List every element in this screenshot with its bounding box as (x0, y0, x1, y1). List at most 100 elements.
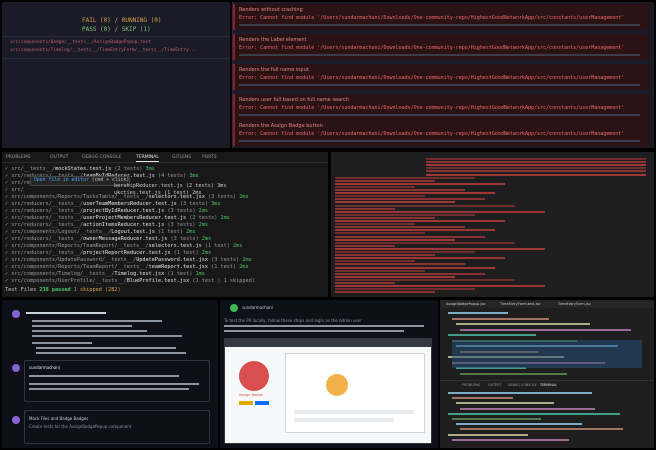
test-path[interactable]: src/components/Timelog/__tests__/ (11, 271, 114, 277)
avatar[interactable] (12, 310, 20, 318)
test-file-name[interactable]: ownerMessageReducer.test.js (83, 236, 167, 242)
test-file-name[interactable]: teamReport.test.jsx (149, 264, 208, 270)
assign-button[interactable] (239, 401, 253, 405)
test-summary: Test Files 238 passed 1 skipped (282) (5, 287, 121, 293)
test-file-name[interactable]: userProjectMembersReducer.test.js (83, 215, 186, 221)
code-line (460, 372, 567, 375)
failed-test-file[interactable]: src/components/Badge/__tests__/AssignBad… (10, 40, 151, 45)
test-time: 2ms (183, 229, 196, 235)
test-file-name[interactable]: Logout.test.js (111, 229, 155, 235)
test-count: (1 test) (201, 243, 230, 249)
comment-card: sundarmachani (24, 360, 210, 402)
test-file-name[interactable]: UpdatePassword.test.jsx (136, 257, 208, 263)
avatar[interactable] (12, 416, 20, 424)
code-line (452, 438, 569, 441)
scrollbar[interactable] (239, 114, 640, 116)
log-line (335, 232, 425, 235)
modal-dialog (285, 353, 425, 433)
vitest-ui-sidebar: FAIL (0) / RUNNING (0) PASS (0) / SKIP (… (2, 2, 230, 148)
test-file-name[interactable]: mockStates.test.js (55, 166, 111, 172)
test-path[interactable]: src/components/Reports/TeamReport/__test… (11, 264, 148, 270)
log-line (335, 266, 495, 269)
test-count: (3 tests) (204, 194, 237, 200)
terminal-test-line: ✓ src/reducers/__tests__/actionItemsRedu… (5, 222, 208, 228)
error-title: Renders user full based on full name sea… (239, 97, 349, 103)
test-path[interactable]: src/reducers/__tests__/ (11, 250, 83, 256)
tab-problems[interactable]: PROBLEMS (6, 155, 31, 160)
log-line (335, 182, 505, 185)
bottom-panel-tabs: PROBLEMS OUTPUT DEBUG CONSOLE TERMINAL (440, 380, 654, 388)
github-pr-comments: sundarmachani Mock Files and Badge Badge… (2, 300, 218, 448)
open-file-link[interactable]: Open file in editor (34, 178, 89, 183)
code-line (460, 407, 595, 410)
comment-heading: Mock Files and Badge Badges (29, 416, 89, 421)
tab-ports[interactable]: PORTS (202, 155, 217, 160)
tab-gitlens[interactable]: GITLENS (172, 155, 191, 160)
code-line (456, 423, 582, 426)
test-file-name[interactable]: actionItemsReducer.test.js (83, 222, 164, 228)
code-line (448, 312, 508, 314)
test-path[interactable]: src/reducers/__tests__/ (11, 215, 83, 221)
log-line (335, 223, 415, 226)
avatar[interactable] (12, 364, 20, 372)
scrollbar[interactable] (239, 54, 640, 56)
pr-author[interactable]: sundarmachani (242, 305, 273, 310)
fail-running-status: FAIL (0) / RUNNING (0) (82, 17, 162, 24)
test-time: 2ms (195, 208, 209, 214)
editor-tab[interactable]: TimeEntryForm.jsx (558, 302, 591, 306)
test-file-name[interactable]: userTeamMembersReducer.test.js (83, 201, 177, 207)
terminal-test-line: ✓ src/reducers/__tests__/projectByIdRedu… (5, 208, 208, 214)
summary-label: Test Files (5, 287, 37, 293)
editor-tab[interactable]: AssignBadgePopup.jsx (446, 302, 485, 306)
scrollbar[interactable] (239, 140, 640, 142)
comment-line (29, 383, 199, 385)
tab-debug-console[interactable]: DEBUG CONSOLE (82, 155, 121, 160)
log-line (426, 158, 646, 160)
terminal-test-line: ✓ src/__tests__/mockStates.test.js (2 te… (5, 166, 155, 172)
test-path[interactable]: src/components/UpdatePassword/__tests__/ (11, 257, 136, 263)
test-file-name[interactable]: selectors.test.js (149, 243, 202, 249)
test-count: (3 tests) (164, 222, 196, 228)
test-path[interactable]: src/reducers/__tests__/ (11, 208, 83, 214)
test-path[interactable]: src/reducers/__tests__/ (11, 236, 83, 242)
editor-tab[interactable]: TimeEntryForm.test.jsx (500, 302, 541, 306)
submit-button[interactable] (255, 401, 269, 405)
terminal-test-line: ✓ src/components/UpdatePassword/__tests_… (5, 257, 252, 263)
log-line (335, 288, 475, 291)
test-path[interactable]: src/ (11, 187, 24, 193)
tab-terminal[interactable]: TERMINAL (136, 155, 159, 162)
log-line (335, 213, 475, 216)
tab-output[interactable]: OUTPUT (488, 383, 501, 387)
tab-output[interactable]: OUTPUT (50, 155, 68, 160)
test-path[interactable]: src/reducers/__tests__/ (11, 201, 83, 207)
code-line (460, 328, 631, 331)
test-path[interactable]: src/__tests__/ (11, 166, 55, 172)
test-file-name[interactable]: BlueProfile.test.jsx (127, 278, 189, 284)
failed-test-file[interactable]: src/components/Timelog/__tests__/TimeEnt… (10, 48, 197, 53)
avatar[interactable] (230, 304, 238, 312)
tab-debug-console[interactable]: DEBUG CONSOLE (508, 383, 537, 387)
code-line (456, 323, 590, 325)
code-line (452, 397, 513, 400)
test-path[interactable]: src/reducers/__tests__/ (11, 222, 83, 228)
log-line (335, 269, 425, 272)
tab-problems[interactable]: PROBLEMS (462, 383, 480, 387)
vscode-editor: AssignBadgePopup.jsx TimeEntryForm.test.… (440, 300, 654, 448)
test-time: 2ms (239, 257, 252, 263)
comment-author[interactable]: sundarmachani (29, 365, 60, 370)
test-file-name[interactable]: projectReportReducer.test.js (83, 250, 170, 256)
log-line (335, 263, 465, 266)
comment-line (26, 312, 106, 314)
test-file-name[interactable]: Timelog.test.jsx (114, 271, 164, 277)
scrollbar[interactable] (239, 24, 640, 26)
test-path[interactable]: src/components/Reports/TeamReport/__test… (11, 243, 148, 249)
log-line (426, 164, 646, 167)
test-path[interactable]: src/components/Logout/__tests__/ (11, 229, 111, 235)
test-file-name[interactable]: projectByIdReducer.test.js (83, 208, 164, 214)
tab-terminal[interactable]: TERMINAL (540, 383, 557, 387)
log-line (335, 260, 415, 263)
test-path[interactable]: src/components/UserProfile/__tests__/ (11, 278, 127, 284)
log-line (335, 226, 465, 229)
scrollbar[interactable] (239, 84, 640, 86)
badge-thumbnail (326, 374, 348, 396)
